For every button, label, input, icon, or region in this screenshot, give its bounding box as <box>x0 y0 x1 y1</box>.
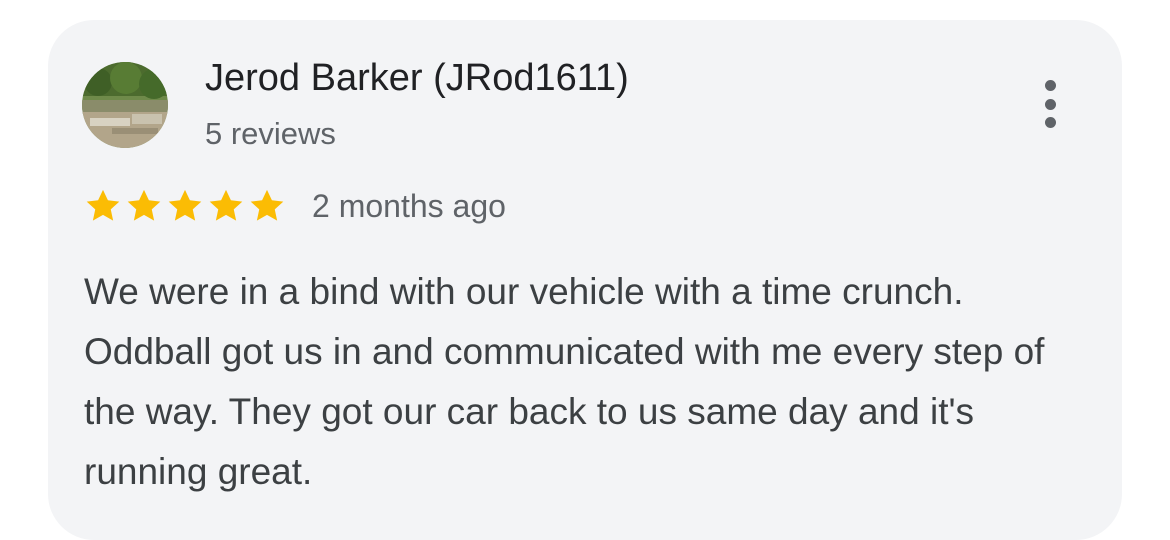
avatar-photo <box>82 62 168 148</box>
more-vert-icon-dot <box>1044 98 1056 110</box>
star-icon <box>250 189 284 221</box>
star-icon <box>86 189 120 221</box>
star-icon <box>127 189 161 221</box>
more-vert-icon-dot <box>1044 117 1056 128</box>
author-avatar[interactable] <box>82 62 168 148</box>
more-options-button[interactable] <box>1026 76 1074 132</box>
review-date: 2 months ago <box>312 188 506 224</box>
more-vert-icon <box>1044 80 1056 91</box>
star-rating <box>84 187 286 225</box>
author-name[interactable]: Jerod Barker (JRod1611) <box>205 55 629 101</box>
author-review-count[interactable]: 5 reviews <box>205 115 336 153</box>
review-text: We were in a bind with our vehicle with … <box>84 271 1045 492</box>
star-icon <box>209 189 243 221</box>
star-icon <box>168 189 202 221</box>
